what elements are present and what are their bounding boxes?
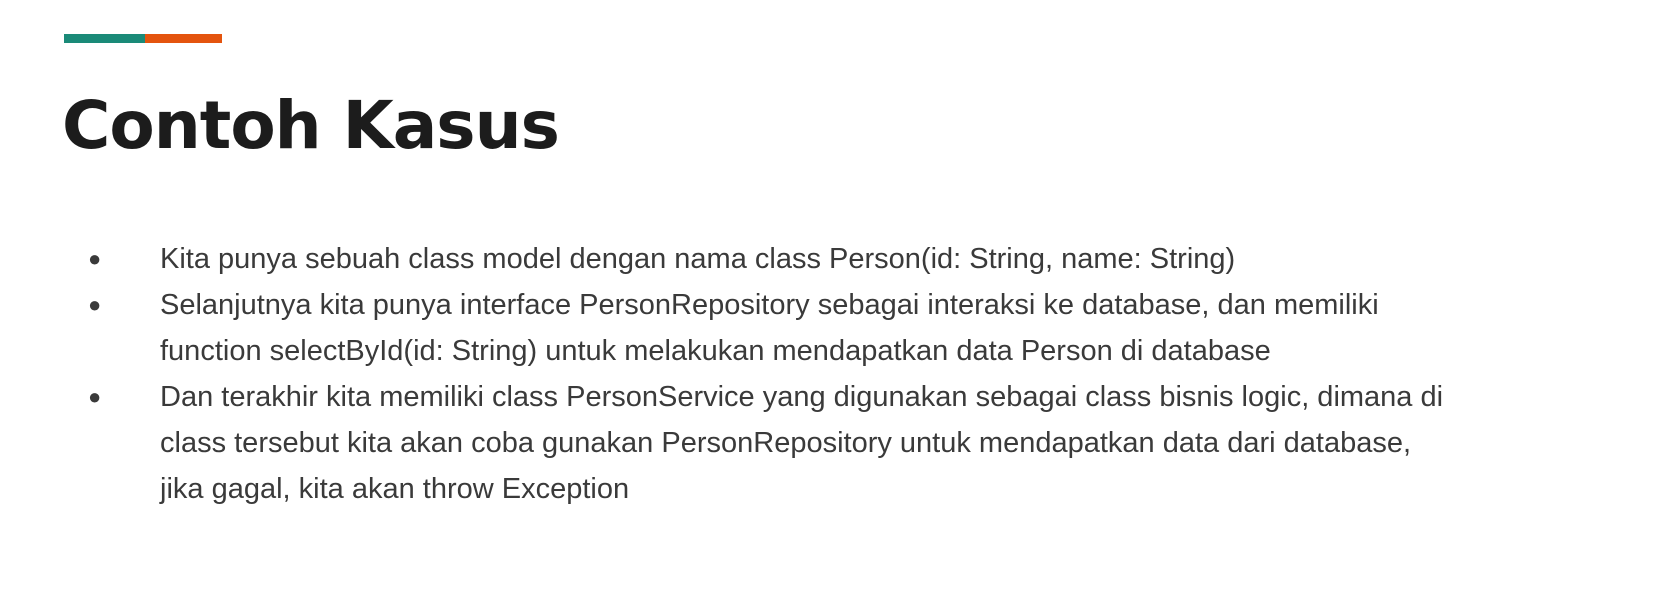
bullet-marker-icon: ● [88, 292, 102, 317]
bullet-item: ● Selanjutnya kita punya interface Perso… [88, 282, 1648, 374]
bullet-item: ● Kita punya sebuah class model dengan n… [88, 236, 1648, 282]
accent-bar-orange [145, 34, 222, 43]
bullet-marker-icon: ● [88, 246, 102, 271]
bullet-text: Selanjutnya kita punya interface PersonR… [160, 289, 1379, 367]
slide-title: Contoh Kasus [62, 87, 560, 164]
bullet-text: Kita punya sebuah class model dengan nam… [160, 243, 1236, 275]
accent-bar [64, 34, 222, 43]
bullet-item: ● Dan terakhir kita memiliki class Perso… [88, 374, 1648, 512]
bullet-marker-icon: ● [88, 384, 102, 409]
bullet-text: Dan terakhir kita memiliki class PersonS… [160, 381, 1444, 505]
accent-bar-teal [64, 34, 145, 43]
bullet-list: ● Kita punya sebuah class model dengan n… [88, 236, 1648, 512]
